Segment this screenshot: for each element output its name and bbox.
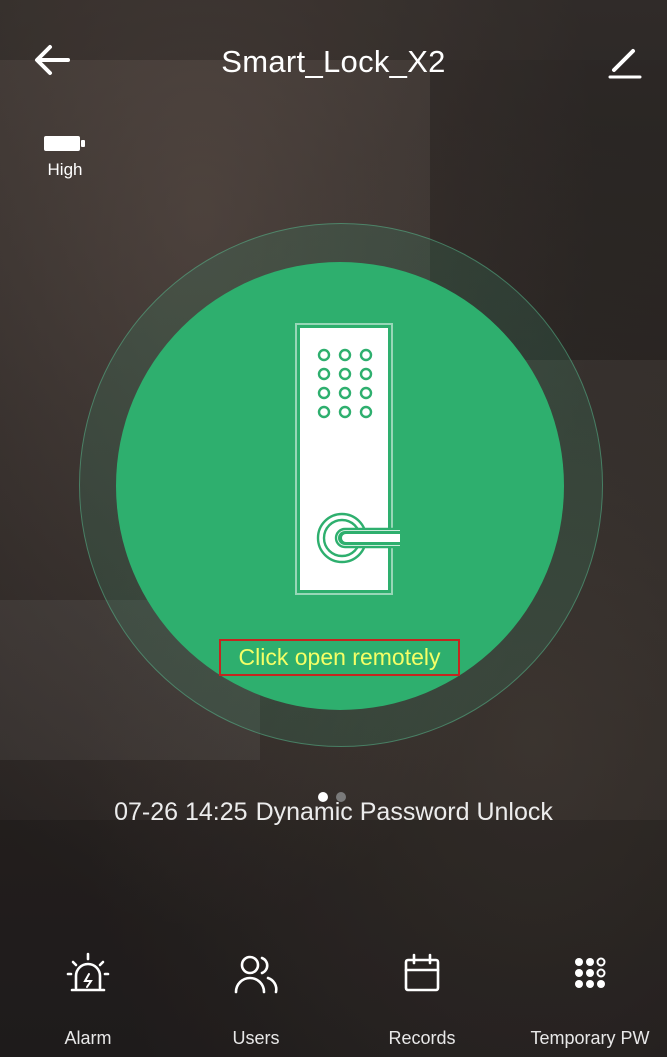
record-time: 07-26 14:25 (114, 798, 248, 826)
nav-item-users[interactable]: Users (176, 950, 336, 1049)
nav-item-temporary-pw[interactable]: Temporary PW (510, 950, 667, 1049)
bottom-nav: Alarm Users Records Temporary PW (0, 950, 667, 1057)
edit-button[interactable] (605, 40, 645, 80)
page-title: Smart_Lock_X2 (221, 44, 446, 79)
battery-indicator: High (40, 134, 90, 180)
battery-icon (44, 136, 85, 151)
lock-screen: Smart_Lock_X2 High Click open remotely 0… (0, 0, 667, 1057)
nav-item-alarm[interactable]: Alarm (8, 950, 168, 1049)
nav-label-alarm: Alarm (64, 1028, 112, 1048)
users-icon (234, 955, 278, 994)
open-remotely-button[interactable]: Click open remotely (219, 639, 460, 676)
last-unlock-record: 07-26 14:25 Dynamic Password Unlock (0, 798, 667, 827)
nav-label-users: Users (232, 1028, 280, 1048)
record-event: Dynamic Password Unlock (255, 798, 553, 826)
door-lock-icon (295, 323, 400, 595)
pencil-icon (608, 49, 642, 79)
battery-level-label: High (47, 160, 83, 179)
alarm-icon (66, 952, 110, 992)
calendar-icon (404, 953, 440, 992)
nav-label-temporary-pw: Temporary PW (530, 1028, 650, 1048)
top-bar: Smart_Lock_X2 (0, 0, 667, 120)
nav-item-records[interactable]: Records (342, 950, 502, 1049)
keypad-icon (575, 957, 606, 988)
nav-label-records: Records (388, 1028, 456, 1048)
